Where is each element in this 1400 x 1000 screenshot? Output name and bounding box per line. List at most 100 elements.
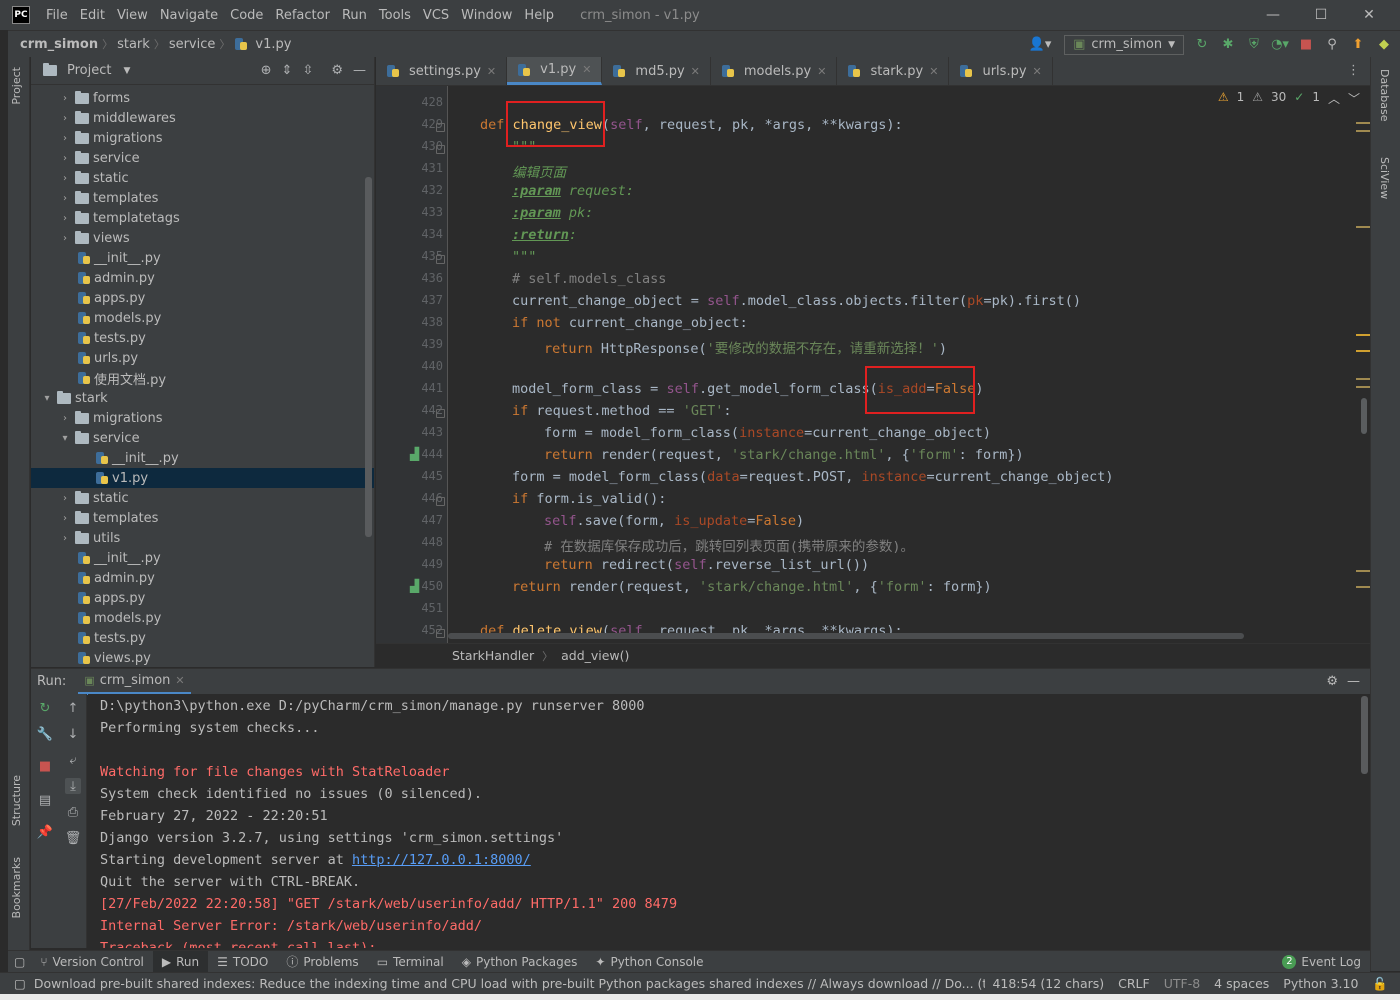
maximize-icon[interactable]: ☐ (1298, 0, 1344, 30)
breadcrumb-project[interactable]: crm_simon (8, 37, 102, 52)
run-console-output[interactable]: D:\python3\python.exe D:/pyCharm/crm_sim… (88, 694, 1370, 948)
indent-setting[interactable]: 4 spaces (1207, 976, 1276, 991)
minimize-icon[interactable]: — (1250, 0, 1296, 30)
chevron-right-icon[interactable]: › (59, 513, 71, 524)
stripe-mark[interactable] (1356, 350, 1370, 352)
collapse-all-icon[interactable]: ⇳ (302, 63, 313, 78)
code-editor[interactable]: 4274284294304314324334344354364374384394… (376, 86, 1370, 643)
scroll-up-icon[interactable]: ↑ (65, 700, 81, 716)
chevron-right-icon[interactable]: › (59, 153, 71, 164)
template-gutter-icon[interactable]: ▟ (410, 447, 419, 461)
chevron-right-icon[interactable]: › (59, 233, 71, 244)
python-interpreter[interactable]: Python 3.10 (1276, 976, 1365, 991)
project-scrollbar[interactable] (365, 177, 372, 537)
close-tab-icon[interactable]: ✕ (817, 65, 826, 78)
stop-icon[interactable]: ■ (1298, 37, 1314, 53)
sciview-tool-tab[interactable]: SciView (1378, 157, 1391, 199)
tree-file[interactable]: tests.py (31, 328, 374, 348)
tree-folder[interactable]: › templates (31, 188, 374, 208)
jetbrains-icon[interactable]: ◆ (1376, 37, 1392, 53)
tree-file[interactable]: v1.py (31, 468, 374, 488)
tree-folder[interactable]: › utils (31, 528, 374, 548)
console-scrollbar[interactable] (1361, 696, 1368, 774)
close-tab-icon[interactable]: ✕ (487, 65, 496, 78)
chevron-right-icon[interactable]: › (59, 173, 71, 184)
stripe-mark[interactable] (1356, 386, 1370, 388)
stripe-mark[interactable] (1356, 378, 1370, 380)
chevron-right-icon[interactable]: › (59, 193, 71, 204)
scroll-to-end-icon[interactable]: ⤓ (65, 778, 81, 794)
chevron-right-icon[interactable]: › (59, 133, 71, 144)
fold-marker-icon[interactable] (436, 497, 445, 506)
close-icon[interactable]: ✕ (1346, 0, 1392, 30)
tab-md5-py[interactable]: md5.py ✕ (602, 57, 711, 85)
tree-file[interactable]: views.py (31, 648, 374, 668)
fold-marker-icon[interactable] (436, 123, 445, 132)
stripe-mark[interactable] (1356, 226, 1370, 228)
stop-icon[interactable]: ■ (37, 758, 53, 774)
breadcrumb-service[interactable]: service (165, 37, 220, 52)
tab-stark-py[interactable]: stark.py ✕ (837, 57, 950, 85)
tree-file[interactable]: __init__.py (31, 448, 374, 468)
wrench-icon[interactable]: 🔧 (37, 726, 53, 742)
hide-icon[interactable]: — (353, 63, 366, 78)
breadcrumb-class[interactable]: StarkHandler (452, 648, 534, 663)
search-icon[interactable]: ⚲ (1324, 37, 1340, 53)
tool-tab-run[interactable]: ▶ Run (152, 950, 209, 973)
menu-code[interactable]: Code (224, 8, 269, 23)
tree-folder[interactable]: › templatetags (31, 208, 374, 228)
stripe-mark[interactable] (1356, 586, 1370, 588)
tree-folder[interactable]: ▾ stark (31, 388, 374, 408)
database-tool-tab[interactable]: Database (1378, 69, 1391, 122)
tool-tab-python-console[interactable]: ✦ Python Console (586, 951, 712, 973)
caret-position[interactable]: 418:54 (12 chars) (985, 976, 1111, 991)
chevron-down-icon[interactable]: ▾ (41, 393, 53, 404)
console-link[interactable]: http://127.0.0.1:8000/ (352, 852, 531, 868)
tab-settings-py[interactable]: settings.py ✕ (376, 57, 508, 85)
locate-icon[interactable]: ⊕ (261, 63, 272, 78)
chevron-down-icon[interactable]: ▼ (123, 66, 130, 76)
tool-tab-problems[interactable]: ⓘ Problems (277, 951, 367, 973)
menu-navigate[interactable]: Navigate (154, 8, 224, 23)
run-tab-crm-simon[interactable]: ▣ crm_simon ✕ (78, 669, 191, 695)
close-tab-icon[interactable]: ✕ (691, 65, 700, 78)
close-tab-icon[interactable]: ✕ (582, 63, 591, 76)
pin-icon[interactable]: 📌 (37, 824, 53, 840)
tree-file[interactable]: models.py (31, 608, 374, 628)
chevron-up-icon[interactable]: ︿ (1328, 90, 1340, 107)
layout-icon[interactable]: ▤ (37, 792, 53, 808)
chevron-right-icon[interactable]: › (59, 113, 71, 124)
breadcrumb-method[interactable]: add_view() (561, 648, 629, 663)
tool-tab-python-packages[interactable]: ◈ Python Packages (453, 951, 587, 973)
rerun-icon[interactable]: ↻ (37, 700, 53, 716)
chevron-right-icon[interactable]: › (59, 213, 71, 224)
menu-view[interactable]: View (111, 8, 154, 23)
tab-urls-py[interactable]: urls.py ✕ (949, 57, 1053, 85)
structure-tool-tab[interactable]: Structure (10, 775, 23, 826)
line-separator[interactable]: CRLF (1111, 976, 1157, 991)
coverage-icon[interactable]: ⛨ (1246, 37, 1262, 53)
project-view-title[interactable]: Project (67, 63, 111, 78)
tree-folder[interactable]: › static (31, 488, 374, 508)
tree-file[interactable]: apps.py (31, 588, 374, 608)
chevron-right-icon[interactable]: › (59, 413, 71, 424)
tree-folder[interactable]: › forms (31, 88, 374, 108)
user-icon[interactable]: 👤▾ (1026, 37, 1054, 53)
tree-file[interactable]: models.py (31, 308, 374, 328)
trash-icon[interactable]: 🗑 (65, 830, 82, 846)
tree-folder[interactable]: › static (31, 168, 374, 188)
project-tool-tab[interactable]: Project (10, 67, 23, 105)
profile-icon[interactable]: ◔▾ (1271, 37, 1289, 53)
lock-icon[interactable]: 🔓 (1365, 976, 1400, 992)
soft-wrap-icon[interactable]: ⤶ (65, 752, 81, 768)
chevron-right-icon[interactable]: › (59, 493, 71, 504)
menu-help[interactable]: Help (518, 8, 560, 23)
tree-file[interactable]: apps.py (31, 288, 374, 308)
rerun-icon[interactable]: ↻ (1194, 37, 1210, 53)
bookmarks-tool-tab[interactable]: Bookmarks (10, 857, 23, 918)
menu-run[interactable]: Run (336, 8, 373, 23)
inspection-widget[interactable]: ⚠ 1 ⚠ 30 ✓ 1 ︿ ﹀ (1218, 90, 1360, 107)
fold-marker-icon[interactable] (436, 629, 445, 638)
fold-marker-icon[interactable] (436, 255, 445, 264)
menu-vcs[interactable]: VCS (417, 8, 455, 23)
